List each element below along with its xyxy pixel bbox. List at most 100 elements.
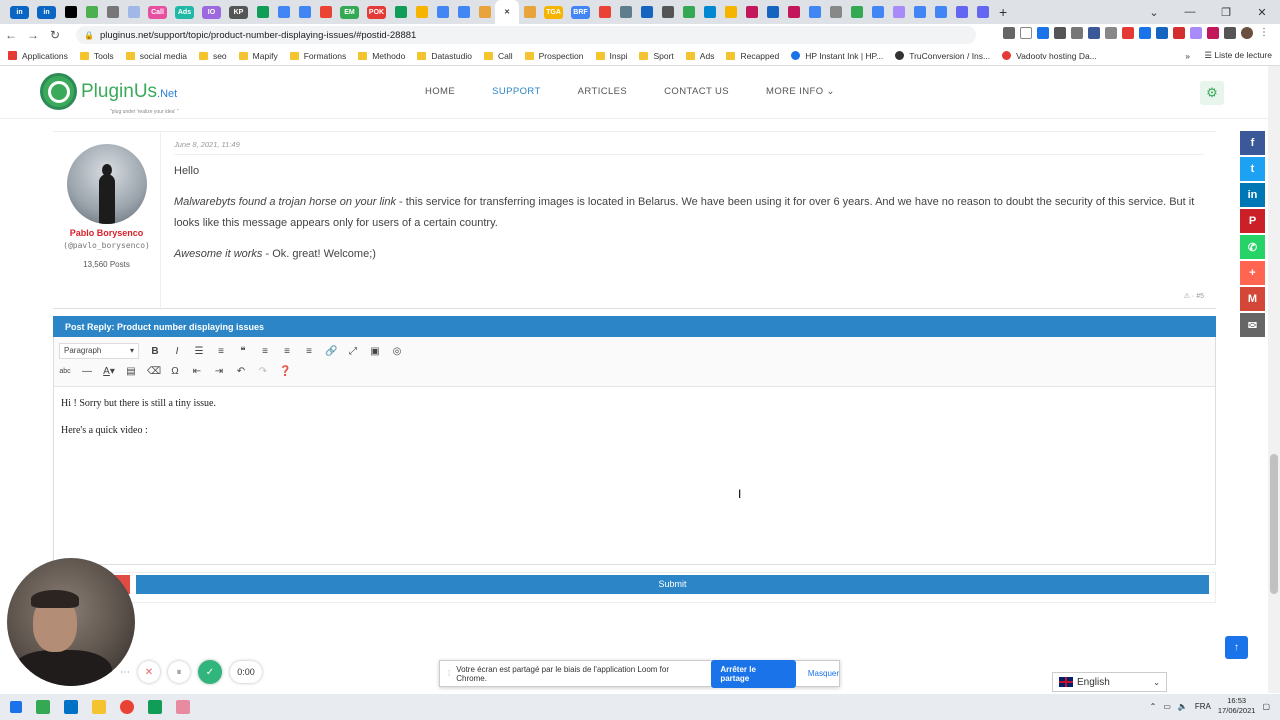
bookmark-item[interactable]: Prospection [524, 51, 584, 61]
notification-icon[interactable]: ▢ [1262, 702, 1270, 711]
pinterest-icon[interactable]: P [1240, 209, 1265, 233]
browser-tab[interactable] [273, 0, 294, 24]
extension-icon[interactable] [1037, 27, 1049, 39]
browser-tab[interactable] [519, 0, 540, 24]
network-icon[interactable]: ▭ [1163, 702, 1171, 711]
submit-button[interactable]: Submit [136, 575, 1209, 594]
bold-icon[interactable]: B [149, 346, 161, 357]
more-icon[interactable]: ⋯ [120, 661, 130, 683]
browser-tab[interactable] [972, 0, 993, 24]
drag-handle-icon[interactable]: ⁞ [448, 669, 450, 678]
cancel-recording-icon[interactable]: ✕ [138, 661, 160, 683]
align-right-icon[interactable]: ≡ [303, 346, 315, 357]
bookmark-item[interactable]: Datastudio [417, 51, 472, 61]
scrollbar-thumb[interactable] [1270, 454, 1278, 594]
gear-icon[interactable]: ⚙ [1200, 81, 1224, 105]
browser-tab[interactable] [888, 0, 909, 24]
fullscreen-icon[interactable]: ⤢ [347, 346, 359, 357]
bookmark-item[interactable]: Applications [8, 51, 68, 61]
browser-tab[interactable] [741, 0, 762, 24]
extension-icon[interactable] [1173, 27, 1185, 39]
star-icon[interactable] [1020, 27, 1032, 39]
browser-tab[interactable] [615, 0, 636, 24]
browser-tab[interactable] [783, 0, 804, 24]
windows-start-icon[interactable] [10, 701, 22, 713]
browser-tab[interactable] [909, 0, 930, 24]
browser-tab[interactable] [60, 0, 81, 24]
close-icon[interactable]: ✕ [1244, 6, 1280, 19]
nav-more-info[interactable]: MORE INFO ⌄ [766, 86, 835, 97]
browser-tab[interactable] [804, 0, 825, 24]
toggle-toolbar-icon[interactable]: ◎ [391, 346, 403, 357]
extension-icon[interactable] [1105, 27, 1117, 39]
chrome-icon[interactable] [120, 700, 134, 714]
bookmark-item[interactable]: TruConversion / Ins... [895, 51, 990, 61]
numbered-list-icon[interactable]: ≡ [215, 346, 227, 357]
bookmark-item[interactable]: social media [125, 51, 187, 61]
outlook-icon[interactable] [64, 700, 78, 714]
browser-tab[interactable] [453, 0, 474, 24]
nav-articles[interactable]: ARTICLES [578, 86, 628, 97]
finish-recording-icon[interactable]: ✓ [198, 660, 222, 684]
bookmark-item[interactable]: Sport [639, 51, 674, 61]
browser-tab[interactable]: Call [144, 0, 171, 24]
bookmark-item[interactable]: seo [198, 51, 227, 61]
page-scrollbar[interactable] [1268, 66, 1280, 693]
horizontal-rule-icon[interactable]: — [81, 366, 93, 377]
post-footer[interactable]: ⚠ · #5 [1184, 292, 1204, 300]
browser-tab[interactable] [102, 0, 123, 24]
bookmark-item[interactable]: Call [483, 51, 513, 61]
browser-tab[interactable]: Ads [171, 0, 198, 24]
stop-sharing-button[interactable]: Arrêter le partage [711, 659, 796, 688]
minimize-icon[interactable]: — [1172, 6, 1208, 18]
gmail-icon[interactable]: M [1240, 287, 1265, 311]
camera-icon[interactable] [1003, 27, 1015, 39]
maximize-icon[interactable]: ❐ [1208, 6, 1244, 19]
bookmark-item[interactable]: Methodo [358, 51, 405, 61]
indent-icon[interactable]: ⇥ [213, 366, 225, 377]
italic-icon[interactable]: I [171, 346, 183, 357]
browser-tab[interactable] [294, 0, 315, 24]
taskbar-app-icon[interactable] [36, 700, 50, 714]
bookmark-item[interactable]: Vadootv hosting Da... [1002, 51, 1097, 61]
profile-avatar[interactable] [1241, 27, 1253, 39]
site-logo[interactable]: PluginUs.Net "plug under 'realize your i… [40, 73, 179, 115]
menu-icon[interactable]: ⋮ [1258, 27, 1270, 39]
browser-tab[interactable] [81, 0, 102, 24]
explorer-icon[interactable] [92, 700, 106, 714]
strikethrough-icon[interactable]: abc [59, 368, 71, 375]
link-icon[interactable]: 🔗 [325, 346, 337, 357]
taskbar-app-icon[interactable] [176, 700, 190, 714]
undo-icon[interactable]: ↶ [235, 366, 247, 377]
browser-tab[interactable] [315, 0, 336, 24]
browser-tab[interactable] [867, 0, 888, 24]
paste-text-icon[interactable]: ▤ [125, 366, 137, 377]
author-name[interactable]: Pablo Borysenco [53, 228, 160, 238]
chevron-up-icon[interactable]: ⌃ [1150, 702, 1157, 711]
whatsapp-icon[interactable]: ✆ [1240, 235, 1265, 259]
volume-icon[interactable]: 🔈 [1178, 702, 1188, 711]
align-center-icon[interactable]: ≡ [281, 346, 293, 357]
format-select[interactable]: Paragraph ▾ [59, 343, 139, 359]
nav-contact-us[interactable]: CONTACT US [664, 86, 729, 97]
browser-tab[interactable] [825, 0, 846, 24]
clear-format-icon[interactable]: ⌫ [147, 366, 161, 377]
browser-tab[interactable] [951, 0, 972, 24]
redo-icon[interactable]: ↷ [257, 366, 269, 377]
browser-tab[interactable] [930, 0, 951, 24]
browser-tab[interactable]: in [6, 0, 33, 24]
bookmark-item[interactable]: Formations [289, 51, 346, 61]
align-left-icon[interactable]: ≡ [259, 346, 271, 357]
nav-support[interactable]: SUPPORT [492, 86, 541, 97]
browser-tab[interactable]: KP [225, 0, 252, 24]
browser-tab[interactable] [636, 0, 657, 24]
url-field[interactable]: 🔒 pluginus.net/support/topic/product-num… [76, 26, 976, 44]
browser-tab[interactable] [432, 0, 453, 24]
image-icon[interactable]: ▣ [369, 346, 381, 357]
outdent-icon[interactable]: ⇤ [191, 366, 203, 377]
linkedin-icon[interactable]: in [1240, 183, 1265, 207]
bookmark-item[interactable]: Tools [79, 51, 114, 61]
browser-tab[interactable] [474, 0, 495, 24]
email-icon[interactable]: ✉ [1240, 313, 1265, 337]
more-icon[interactable]: + [1240, 261, 1265, 285]
